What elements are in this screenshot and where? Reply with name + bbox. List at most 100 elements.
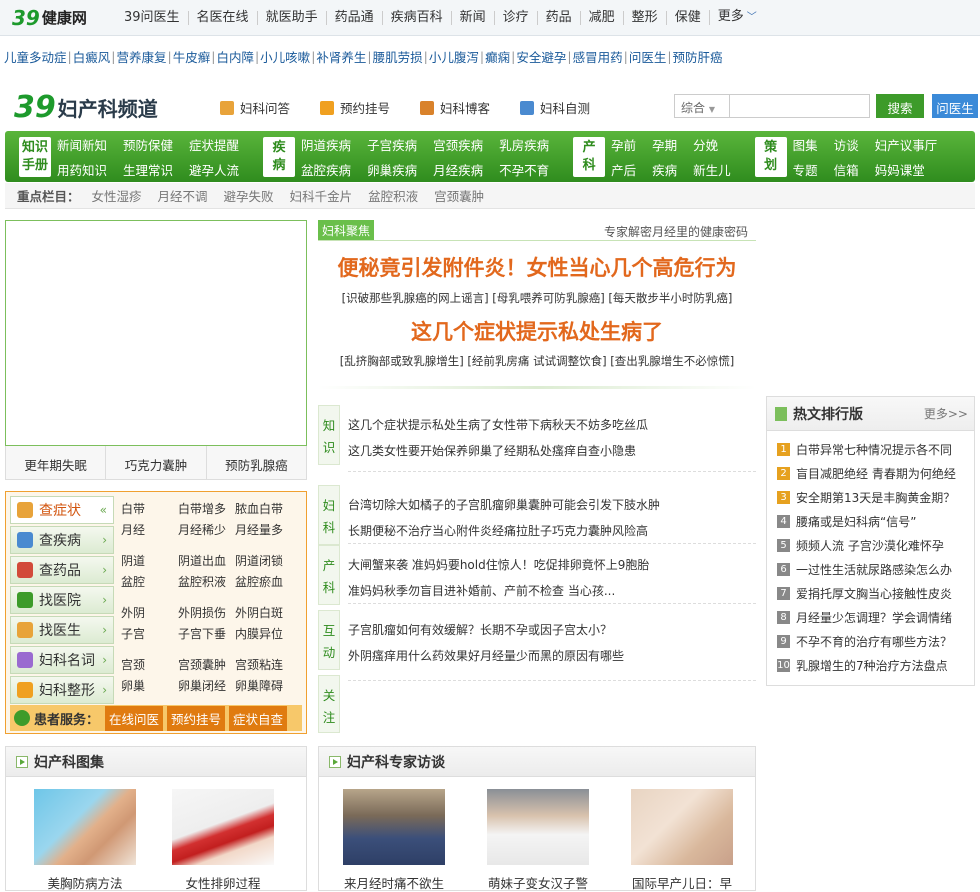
focus-headline[interactable]: 这几个症状提示私处生病了 — [318, 316, 756, 346]
search-category-select[interactable]: 综合 ▼ — [674, 94, 730, 118]
lookup-link[interactable]: 盆腔积液 — [178, 573, 235, 590]
lookup-link[interactable]: 脓血白带 — [235, 500, 295, 517]
key-column-link[interactable]: 宫颈囊肿 — [434, 186, 484, 205]
lookup-link[interactable]: 盆腔 — [121, 573, 178, 590]
quick-link[interactable]: 癫痫 — [485, 47, 510, 66]
quick-link[interactable]: 儿童多动症 — [4, 47, 67, 66]
lookup-link[interactable]: 外阴损伤 — [178, 604, 235, 621]
hot-item[interactable]: 3 安全期第13天是丰胸黄金期？ — [777, 485, 974, 509]
top-nav-item[interactable]: 整形 — [622, 10, 666, 25]
lookup-link[interactable]: 外阴白斑 — [235, 604, 295, 621]
key-column-link[interactable]: 避孕失败 — [224, 186, 274, 205]
article-link[interactable]: 台湾切除大如橘子的子宫肌瘤 — [348, 496, 504, 513]
nav-link[interactable]: 妈妈课堂 — [875, 160, 938, 179]
lookup-link[interactable]: 卵巢 — [121, 677, 178, 694]
lookup-link[interactable]: 宫颈 — [121, 656, 178, 673]
article-link[interactable]: 惊人！吃促排卵竟怀上9胞胎 — [498, 556, 650, 573]
top-nav-item[interactable]: 药品 — [536, 10, 580, 25]
lookup-link[interactable]: 内膜异位 — [235, 625, 295, 642]
lookup-link[interactable]: 外阴 — [121, 604, 178, 621]
nav-link[interactable]: 图集 — [793, 135, 818, 154]
top-nav-item[interactable]: 诊疗 — [493, 10, 537, 25]
quick-link[interactable]: 白内障 — [216, 47, 254, 66]
slider-tab[interactable]: 更年期失眠 — [6, 446, 107, 479]
article-link[interactable]: 月经量少而黑的原因有哪些 — [480, 647, 624, 664]
nav-link[interactable]: 产后 — [611, 160, 636, 179]
lookup-link[interactable]: 白带增多 — [178, 500, 235, 517]
quick-link[interactable]: 腰肌劳损 — [373, 47, 423, 66]
quick-link[interactable]: 问医生 — [629, 47, 667, 66]
article-link[interactable]: 婚前、产前不检查 当心孩... — [468, 582, 615, 599]
channel-link-selftest[interactable]: 妇科自测 — [520, 98, 590, 117]
key-column-link[interactable]: 盆腔积液 — [368, 186, 418, 205]
quick-link[interactable]: 牛皮癣 — [173, 47, 211, 66]
hot-item[interactable]: 6 一过性生活就尿路感染怎么办 — [777, 557, 974, 581]
hot-item[interactable]: 4 腰痛或是妇科病“信号” — [777, 509, 974, 533]
nav-link[interactable]: 子宫疾病 — [367, 135, 417, 154]
nav-link[interactable]: 月经疾病 — [433, 160, 483, 179]
lookup-link[interactable]: 宫颈粘连 — [235, 656, 295, 673]
quick-link[interactable]: 营养康复 — [116, 47, 166, 66]
focus-sublinks[interactable]: [乱挤胸部或致乳腺增生] [经前乳房痛 试试调整饮食] [查出乳腺增生不必惊慌] — [318, 353, 756, 369]
lookup-link[interactable]: 白带 — [121, 500, 178, 517]
key-column-link[interactable]: 妇科千金片 — [290, 186, 353, 205]
lookup-tab[interactable]: 找医院 › — [10, 586, 114, 614]
nav-link[interactable]: 生理常识 — [123, 160, 173, 179]
top-nav-more[interactable]: 更多 ﹀ — [708, 10, 765, 25]
focus-headline[interactable]: 便秘竟引发附件炎！女性当心几个高危行为 — [318, 252, 756, 282]
search-button[interactable]: 搜索 — [876, 94, 924, 118]
article-link[interactable]: 经期私处瘙痒自查小隐患 — [504, 442, 636, 459]
channel-link-qa[interactable]: 妇科问答 — [220, 98, 290, 117]
register-button[interactable]: 预约挂号 — [167, 705, 226, 731]
lookup-tab[interactable]: 查药品 › — [10, 556, 114, 584]
nav-link[interactable]: 乳房疾病 — [499, 135, 549, 154]
article-link[interactable]: 长期便秘不治疗当心附件炎 — [348, 522, 492, 539]
lookup-tab[interactable]: 找医生 › — [10, 616, 114, 644]
nav-link[interactable]: 分娩 — [693, 135, 731, 154]
hot-item[interactable]: 2 盲目减肥绝经 青春期为何绝经 — [777, 461, 974, 485]
ask-doctor-button[interactable]: 问医生 — [932, 94, 978, 118]
symptom-check-button[interactable]: 症状自查 — [229, 705, 288, 731]
nav-link[interactable]: 访谈 — [834, 135, 859, 154]
article-link[interactable]: 这几个症状提示私处生病了 — [348, 416, 492, 433]
article-link[interactable]: 外阴瘙痒用什么药效果好 — [348, 647, 480, 664]
lookup-link[interactable]: 卵巢障碍 — [235, 677, 295, 694]
article-link[interactable]: 经痛拉肚子巧克力囊肿风险高 — [492, 522, 648, 539]
nav-link[interactable]: 避孕人流 — [189, 160, 239, 179]
top-nav-item[interactable]: 名医在线 — [187, 10, 257, 25]
quick-link[interactable]: 预防肝癌 — [673, 47, 723, 66]
lookup-link[interactable]: 盆腔瘀血 — [235, 573, 295, 590]
hot-item[interactable]: 8 月经量少怎调理？学会调情绪 — [777, 605, 974, 629]
lookup-link[interactable]: 卵巢闭经 — [178, 677, 235, 694]
top-nav-item[interactable]: 就医助手 — [256, 10, 326, 25]
quick-link[interactable]: 小儿咳嗽 — [260, 47, 310, 66]
top-nav-item[interactable]: 新闻 — [450, 10, 494, 25]
quick-link[interactable]: 安全避孕 — [516, 47, 566, 66]
lookup-tab[interactable]: 妇科名词 › — [10, 646, 114, 674]
gallery-item[interactable]: 女性排卵过程 — [172, 789, 274, 892]
quick-link[interactable]: 补肾养生 — [316, 47, 366, 66]
top-nav-item[interactable]: 药品通 — [325, 10, 382, 25]
article-link[interactable]: 女性带下病秋天不妨多吃丝瓜 — [492, 416, 648, 433]
article-link[interactable]: 卵巢囊肿可能会引发下肢水肿 — [504, 496, 660, 513]
key-column-link[interactable]: 女性湿疹 — [92, 186, 142, 205]
lookup-tab[interactable]: 妇科整形 › — [10, 676, 114, 704]
lookup-link[interactable]: 月经 — [121, 521, 178, 538]
nav-link[interactable]: 新生儿 — [693, 160, 731, 179]
top-nav-item[interactable]: 39问医生 — [116, 10, 188, 25]
nav-link[interactable]: 新闻新知 — [57, 135, 107, 154]
hot-item[interactable]: 9 不孕不育的治疗有哪些方法？ — [777, 629, 974, 653]
interview-item[interactable]: 国际早产儿日：早 — [631, 789, 733, 892]
nav-link[interactable]: 用药知识 — [57, 160, 107, 179]
lookup-tab[interactable]: 查症状 « — [10, 496, 114, 524]
quick-link[interactable]: 白癜风 — [73, 47, 111, 66]
article-link[interactable]: 这几类女性要开始保养卵巢了 — [348, 442, 504, 459]
focus-subtitle[interactable]: 专家解密月经里的健康密码 — [604, 223, 748, 240]
channel-link-blog[interactable]: 妇科博客 — [420, 98, 490, 117]
search-input[interactable] — [730, 94, 870, 118]
nav-link[interactable]: 孕期 — [652, 135, 677, 154]
slider-tab[interactable]: 巧克力囊肿 — [106, 446, 207, 479]
article-link[interactable]: 长期不孕或因子宫太小？ — [480, 621, 612, 638]
nav-link[interactable]: 卵巢疾病 — [367, 160, 417, 179]
hot-item[interactable]: 10 乳腺增生的7种治疗方法盘点 — [777, 653, 974, 677]
